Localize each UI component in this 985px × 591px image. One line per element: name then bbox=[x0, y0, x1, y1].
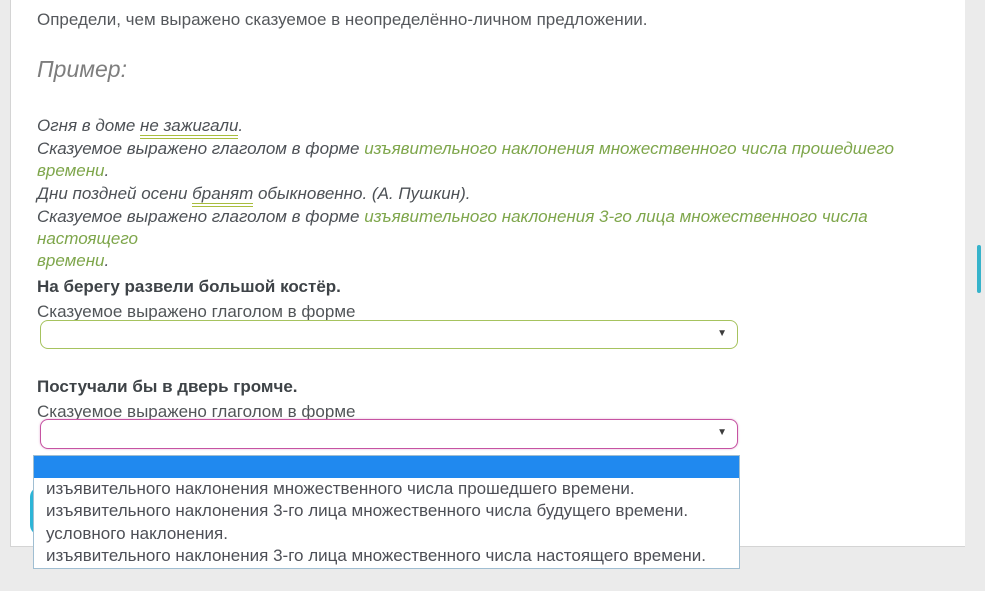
example-2-predicate: бранят bbox=[192, 184, 254, 207]
chevron-down-icon: ▼ bbox=[717, 427, 727, 438]
exercise-page: Определи, чем выражено сказуемое в неопр… bbox=[0, 0, 985, 591]
dropdown-option[interactable]: изъявительного наклонения 3-го лица множ… bbox=[34, 545, 739, 567]
example-2-explanation: Сказуемое выражено глаголом в форме изъя… bbox=[37, 206, 937, 272]
task-instruction: Определи, чем выражено сказуемое в неопр… bbox=[37, 10, 648, 29]
example-2-sentence-prefix: Дни поздней осени bbox=[37, 184, 193, 203]
example-heading: Пример: bbox=[37, 56, 127, 82]
example-1-predicate: не зажигали bbox=[140, 116, 239, 139]
chevron-down-icon: ▼ bbox=[717, 328, 727, 339]
question-2-mood-select[interactable]: ▼ bbox=[40, 419, 738, 449]
example-2-explain-suffix: . bbox=[104, 251, 110, 270]
example-1-sentence: Огня в доме не зажигали. bbox=[37, 115, 243, 137]
dropdown-option[interactable]: изъявительного наклонения множественного… bbox=[34, 478, 739, 500]
question-1-mood-select[interactable]: ▼ bbox=[40, 320, 738, 349]
example-2-sentence-suffix: обыкновенно. (А. Пушкин). bbox=[253, 184, 471, 203]
dropdown-option[interactable]: условного наклонения. bbox=[34, 523, 739, 545]
scrollbar-track bbox=[965, 0, 985, 591]
scrollbar-thumb[interactable] bbox=[977, 245, 981, 293]
dropdown-options-list: изъявительного наклонения множественного… bbox=[33, 455, 740, 569]
example-2-explain-prefix: Сказуемое выражено глаголом в форме bbox=[37, 207, 365, 226]
question-1-sentence: На берегу развели большой костёр. bbox=[37, 277, 341, 296]
example-1-sentence-suffix: . bbox=[238, 116, 244, 135]
question-2-sentence: Постучали бы в дверь громче. bbox=[37, 377, 298, 396]
example-2-explain-answer-line2: времени bbox=[37, 251, 105, 270]
example-1-explain-suffix: . bbox=[104, 161, 110, 180]
dropdown-option[interactable]: изъявительного наклонения 3-го лица множ… bbox=[34, 500, 739, 522]
example-1-sentence-prefix: Огня в доме bbox=[37, 116, 141, 135]
example-1-explanation: Сказуемое выражено глаголом в форме изъя… bbox=[37, 138, 965, 182]
example-1-explain-prefix: Сказуемое выражено глаголом в форме bbox=[37, 139, 365, 158]
example-2-sentence: Дни поздней осени бранят обыкновенно. (А… bbox=[37, 183, 471, 205]
dropdown-option-empty[interactable] bbox=[34, 456, 739, 478]
